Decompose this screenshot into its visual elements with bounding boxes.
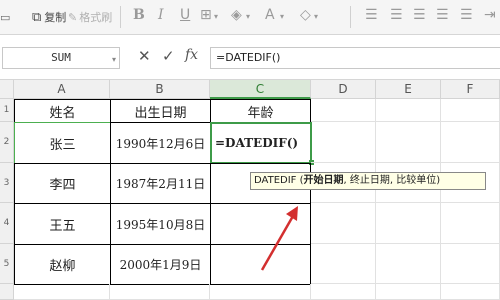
annotation-arrow-icon	[260, 206, 298, 271]
arrow-shaft	[260, 215, 295, 271]
